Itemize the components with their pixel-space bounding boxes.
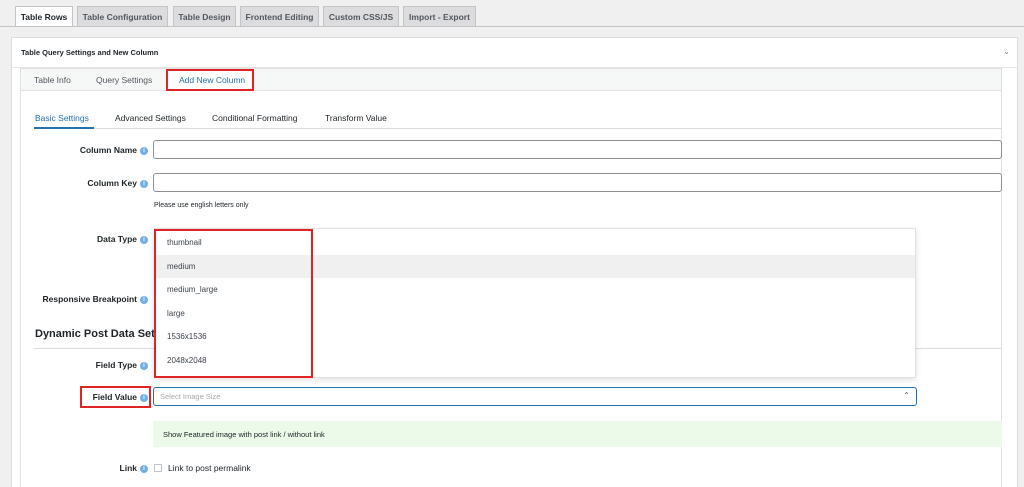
info-icon[interactable]: i <box>140 464 148 473</box>
tab-add-new-column[interactable]: Add New Column <box>179 75 245 85</box>
inner-tab-bar: Table Info Query Settings Add New Column <box>21 69 1001 91</box>
field-value-label: Field Value i <box>40 392 148 402</box>
info-icon[interactable]: i <box>140 146 148 155</box>
column-key-label: Column Key i <box>40 178 148 188</box>
tabs-divider <box>0 26 1024 27</box>
tab-table-info[interactable]: Table Info <box>34 75 71 85</box>
dropdown-options-highlight <box>154 229 313 378</box>
tab-table-design[interactable]: Table Design <box>173 6 236 26</box>
select-placeholder: Select Image Size <box>160 392 221 401</box>
subtab-conditional-formatting[interactable]: Conditional Formatting <box>212 113 298 123</box>
column-key-hint: Please use english letters only <box>154 202 249 209</box>
chevron-down-icon[interactable]: ⌄ <box>1003 47 1010 56</box>
tab-import-export[interactable]: Import - Export <box>403 6 476 26</box>
data-type-label: Data Type i <box>40 234 148 244</box>
link-label: Link i <box>40 463 148 473</box>
featured-image-notice: Show Featured image with post link / wit… <box>153 421 1002 447</box>
chevron-up-icon: ⌃ <box>903 391 910 400</box>
info-icon[interactable]: i <box>140 295 148 304</box>
tab-frontend-editing[interactable]: Frontend Editing <box>240 6 319 26</box>
column-key-input[interactable] <box>153 173 1002 192</box>
subtab-active-indicator <box>34 127 94 129</box>
column-name-label: Column Name i <box>40 145 148 155</box>
panel-title: Table Query Settings and New Column <box>21 48 159 57</box>
info-icon[interactable]: i <box>140 361 148 370</box>
tab-table-rows[interactable]: Table Rows <box>15 6 73 27</box>
subtab-transform-value[interactable]: Transform Value <box>325 113 387 123</box>
field-type-label: Field Type i <box>40 360 148 370</box>
tab-query-settings[interactable]: Query Settings <box>96 75 152 85</box>
tab-custom-css-js[interactable]: Custom CSS/JS <box>323 6 399 26</box>
subtab-basic-settings[interactable]: Basic Settings <box>35 113 89 123</box>
image-size-select[interactable]: Select Image Size ⌃ <box>153 387 917 406</box>
column-name-input[interactable] <box>153 140 1002 159</box>
info-icon[interactable]: i <box>140 179 148 188</box>
link-permalink-label: Link to post permalink <box>168 463 251 473</box>
subtab-advanced-settings[interactable]: Advanced Settings <box>115 113 186 123</box>
tab-table-configuration[interactable]: Table Configuration <box>77 6 168 26</box>
dynamic-post-data-heading: Dynamic Post Data Setti <box>35 328 162 340</box>
link-permalink-checkbox[interactable] <box>154 464 162 472</box>
subtab-divider <box>34 128 1002 129</box>
info-icon[interactable]: i <box>140 393 148 402</box>
info-icon[interactable]: i <box>140 235 148 244</box>
responsive-breakpoint-label: Responsive Breakpoint i <box>20 294 148 304</box>
